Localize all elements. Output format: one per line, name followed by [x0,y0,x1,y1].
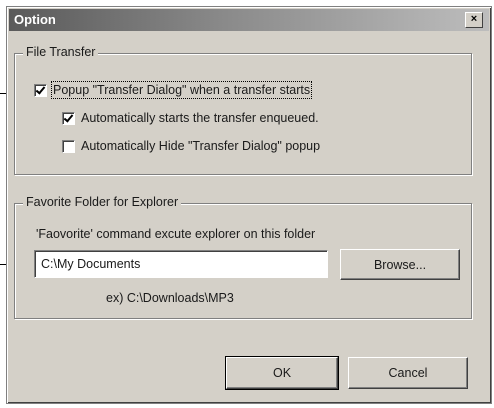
checkbox-checked-icon[interactable] [62,111,75,125]
auto-start-transfer-label: Automatically starts the transfer enqueu… [81,111,319,125]
folder-example-text: ex) C:\Downloads\MP3 [106,291,234,305]
title-bar[interactable]: Option × [9,9,489,31]
checkbox-checked-icon[interactable] [34,83,47,97]
close-icon: × [470,13,478,25]
ok-button[interactable]: OK [225,356,339,390]
favorite-folder-group-title: Favorite Folder for Explorer [23,195,182,209]
auto-start-transfer-checkbox[interactable]: Automatically starts the transfer enqueu… [62,111,319,125]
popup-transfer-dialog-checkbox[interactable]: Popup "Transfer Dialog" when a transfer … [34,81,313,99]
window-title: Option [14,12,56,27]
favorite-folder-description: 'Faovorite' command excute explorer on t… [36,227,316,241]
file-transfer-group-title: File Transfer [23,45,99,59]
favorite-folder-input[interactable] [34,250,328,278]
cancel-button[interactable]: Cancel [348,357,468,389]
close-button[interactable]: × [465,12,483,28]
browse-button[interactable]: Browse... [340,249,460,280]
auto-hide-dialog-checkbox[interactable]: Automatically Hide "Transfer Dialog" pop… [62,139,320,153]
checkbox-unchecked-icon[interactable] [62,139,75,153]
auto-hide-dialog-label: Automatically Hide "Transfer Dialog" pop… [81,139,321,153]
popup-transfer-dialog-label: Popup "Transfer Dialog" when a transfer … [50,81,313,99]
